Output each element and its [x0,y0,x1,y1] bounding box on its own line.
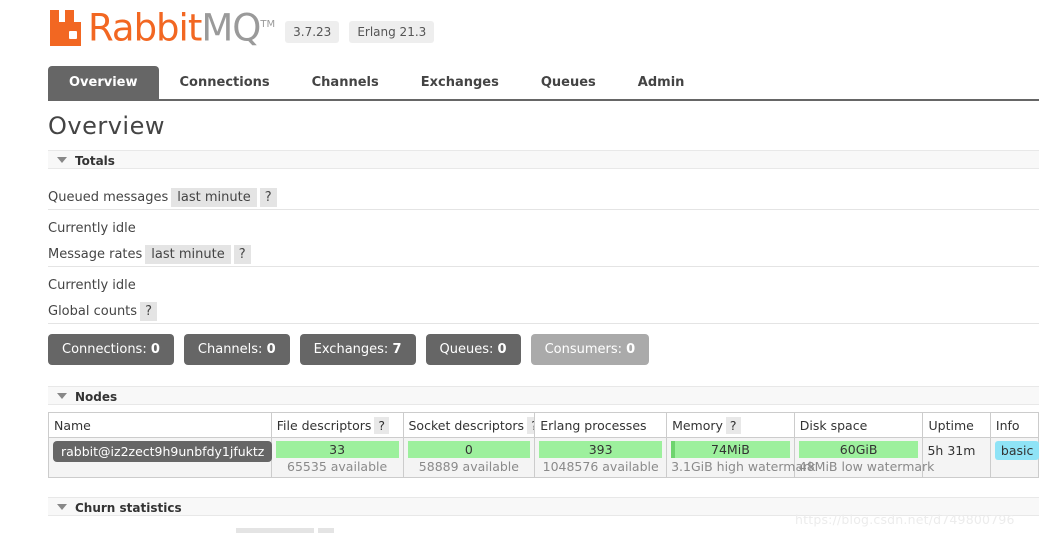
column-header-file-descriptors[interactable]: File descriptors? [270,412,404,438]
churn-content-clipped [48,526,1039,538]
tab-exchanges[interactable]: Exchanges [400,66,520,100]
file-descriptors-value: 33 [329,442,346,457]
uptime-value: 5h 31m [927,443,976,458]
memory-bar: 74MiB [671,441,790,458]
global-counts-row: Global counts? [48,302,1039,324]
column-header-disk-space[interactable]: Disk space [793,412,924,438]
tab-queues[interactable]: Queues [520,66,617,100]
column-header-info[interactable]: Info [989,412,1039,438]
logo-wordmark: RabbitMQTM [88,6,275,47]
count-value-channels: 0 [266,342,276,357]
section-header-totals[interactable]: Totals [48,150,1039,169]
node-name-link[interactable]: rabbit@iz2zect9h9unbfdy1jfuktz [53,441,273,462]
cell-disk-space: 60GiB 48MiB low watermark [793,437,935,478]
erlang-processes-bar: 393 [539,441,663,458]
file-descriptors-available: 65535 available [287,459,388,474]
rabbitmq-logo[interactable]: RabbitMQTM 3.7.23 Erlang 21.3 [48,6,435,47]
logo-text-rabbit: Rabbit [88,6,202,50]
erlang-version-badge: Erlang 21.3 [349,21,435,44]
count-value-consumers: 0 [626,342,636,357]
tab-connections[interactable]: Connections [159,66,291,100]
count-button-channels[interactable]: Channels: 0 [183,334,290,365]
tab-overview[interactable]: Overview [48,66,159,100]
file-descriptors-help-icon[interactable]: ? [374,416,390,434]
message-rates-period-selector[interactable]: last minute [145,245,231,264]
rabbit-head-icon [48,9,86,47]
cell-memory: 74MiB 3.1GiB high watermark [666,437,816,478]
section-title-churn: Churn statistics [75,501,182,515]
disk-space-value: 60GiB [839,442,878,457]
socket-descriptors-help-icon[interactable]: ? [527,416,534,434]
count-label-consumers: Consumers: [544,342,623,357]
count-value-connections: 0 [150,342,160,357]
cell-node-name: rabbit@iz2zect9h9unbfdy1jfuktz [48,437,273,478]
erlang-processes-value: 393 [588,442,613,457]
column-header-erlang-processes[interactable]: Erlang processes [534,412,668,438]
count-button-exchanges[interactable]: Exchanges: 7 [299,334,416,365]
version-badge: 3.7.23 [285,21,340,44]
section-title-nodes: Nodes [75,390,118,404]
logo-text-mq: MQ [201,6,261,50]
column-header-memory[interactable]: Memory? [666,412,795,438]
queued-messages-row: Queued messages last minute? [48,188,1039,210]
app-header: RabbitMQTM 3.7.23 Erlang 21.3 [0,0,1039,62]
logo-trademark: TM [260,19,276,30]
memory-watermark: 3.1GiB high watermark [671,459,816,474]
tab-admin[interactable]: Admin [617,66,706,100]
info-badge-basic[interactable]: basic [994,441,1039,460]
message-rates-label: Message rates [48,247,143,262]
churn-help-icon-clipped[interactable] [318,528,334,533]
count-value-queues: 0 [497,342,507,357]
table-header-row: Name File descriptors? Socket descriptor… [48,412,1039,438]
table-row: rabbit@iz2zect9h9unbfdy1jfuktz 33 65535 … [48,437,1039,478]
cell-erlang-processes: 393 1048576 available [534,437,668,478]
socket-descriptors-value: 0 [464,442,473,457]
section-title-totals: Totals [75,154,115,168]
erlang-processes-available: 1048576 available [542,459,659,474]
count-value-exchanges: 7 [392,342,402,357]
count-button-connections[interactable]: Connections: 0 [48,334,174,365]
global-counts-buttons: Connections: 0 Channels: 0 Exchanges: 7 … [48,334,650,365]
socket-descriptors-available: 58889 available [418,459,519,474]
disk-space-bar: 60GiB [798,441,919,458]
count-label-queues: Queues: [439,342,494,357]
chevron-down-icon [57,393,67,399]
section-header-nodes[interactable]: Nodes [48,386,1039,405]
queued-messages-status: Currently idle [48,221,136,236]
page-title: Overview [48,112,165,140]
column-header-uptime[interactable]: Uptime [922,412,991,438]
cell-socket-descriptors: 0 58889 available [402,437,536,478]
queued-messages-help-icon[interactable]: ? [259,188,277,207]
global-counts-help-icon[interactable]: ? [140,302,157,321]
column-header-name[interactable]: Name [48,412,272,438]
memory-help-icon[interactable]: ? [725,416,741,434]
count-label-exchanges: Exchanges: [313,342,389,357]
count-label-connections: Connections: [62,342,147,357]
chevron-down-icon [57,157,67,163]
message-rates-status: Currently idle [48,278,136,293]
watermark-text: https://blog.csdn.net/d749800796 [795,512,1015,527]
count-label-channels: Channels: [197,342,263,357]
column-header-socket-descriptors[interactable]: Socket descriptors? [402,412,536,438]
socket-descriptors-bar: 0 [407,441,531,458]
memory-value: 74MiB [711,442,750,457]
global-counts-label: Global counts [48,304,138,319]
queued-messages-label: Queued messages [48,190,169,205]
tab-channels[interactable]: Channels [291,66,400,100]
churn-period-selector-clipped[interactable] [236,528,314,533]
cell-info: basic [989,437,1039,478]
file-descriptors-bar: 33 [275,441,399,458]
message-rates-row: Message rates last minute? [48,245,1039,267]
nodes-table: Name File descriptors? Socket descriptor… [48,412,1039,478]
chevron-down-icon [57,504,67,510]
count-button-queues[interactable]: Queues: 0 [425,334,521,365]
queued-messages-period-selector[interactable]: last minute [171,188,257,207]
cell-file-descriptors: 33 65535 available [270,437,404,478]
disk-space-watermark: 48MiB low watermark [798,459,935,474]
count-button-consumers[interactable]: Consumers: 0 [530,334,650,365]
main-navigation: Overview Connections Channels Exchanges … [48,66,1039,101]
message-rates-help-icon[interactable]: ? [233,245,251,264]
